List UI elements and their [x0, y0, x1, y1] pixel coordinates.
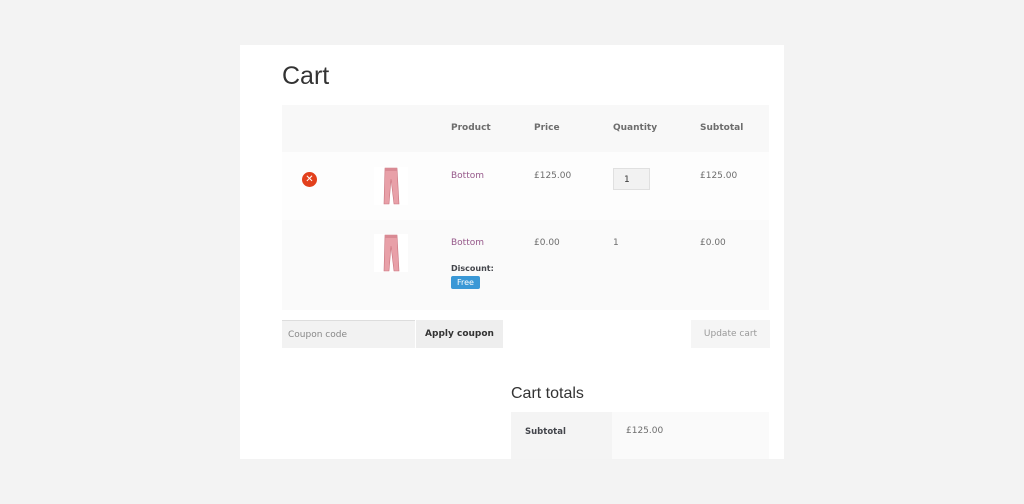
- apply-coupon-button[interactable]: Apply coupon: [416, 320, 503, 348]
- price-value: £125.00: [534, 171, 572, 181]
- subtotal-value: £0.00: [700, 238, 726, 248]
- product-link[interactable]: Bottom: [451, 238, 484, 248]
- table-header: Product Price Quantity Subtotal: [282, 105, 769, 152]
- subtotal-value: £125.00: [700, 171, 738, 181]
- update-cart-button[interactable]: Update cart: [691, 320, 770, 348]
- table-row: Bottom Discount: Free £0.00 1 £0.00: [282, 220, 769, 310]
- cart-panel: Cart Product Price Quantity Subtotal ✕ B…: [240, 45, 784, 459]
- totals-subtotal-value: £125.00: [612, 412, 769, 459]
- header-subtotal: Subtotal: [700, 123, 744, 133]
- discount-label: Discount:: [451, 264, 494, 273]
- quantity-value: 1: [613, 238, 619, 248]
- cart-totals-title: Cart totals: [511, 385, 584, 402]
- quantity-input[interactable]: 1: [613, 168, 650, 190]
- discount-badge: Free: [451, 276, 480, 289]
- header-price: Price: [534, 123, 560, 133]
- cart-table: Product Price Quantity Subtotal ✕ Bottom…: [282, 105, 769, 310]
- cart-totals-table: Subtotal £125.00: [511, 412, 769, 459]
- product-thumbnail[interactable]: [374, 234, 408, 272]
- totals-subtotal-label: Subtotal: [511, 412, 612, 459]
- price-value: £0.00: [534, 238, 560, 248]
- pants-icon: [383, 234, 400, 272]
- remove-icon[interactable]: ✕: [302, 172, 317, 187]
- product-link[interactable]: Bottom: [451, 171, 484, 181]
- coupon-code-input[interactable]: [282, 320, 415, 348]
- pants-icon: [383, 167, 400, 205]
- header-product: Product: [451, 123, 491, 133]
- header-quantity: Quantity: [613, 123, 658, 133]
- product-thumbnail[interactable]: [374, 167, 408, 205]
- page-title: Cart: [282, 62, 330, 90]
- table-row: ✕ Bottom £125.00 1 £125.00: [282, 152, 769, 220]
